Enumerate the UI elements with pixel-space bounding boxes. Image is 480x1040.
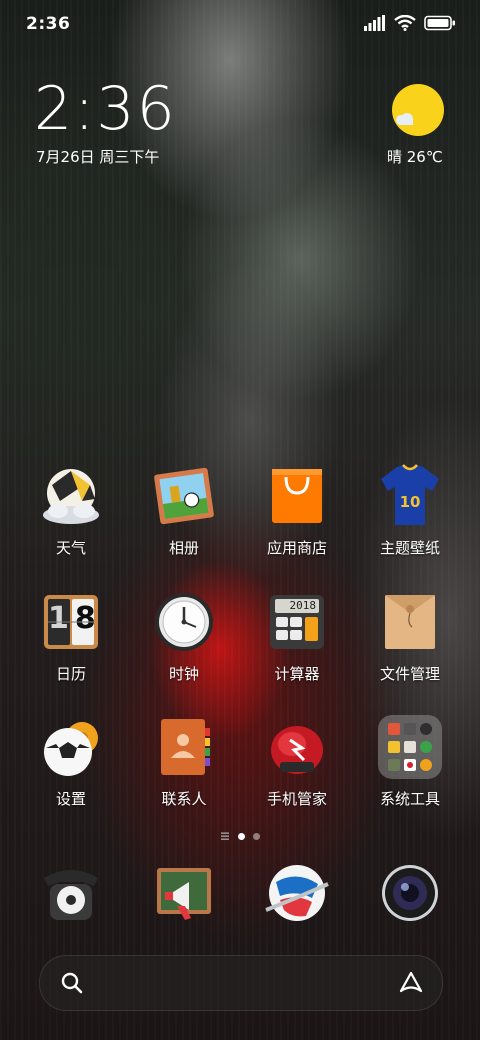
sun-cloud-icon[interactable] <box>392 84 444 136</box>
browser-icon[interactable] <box>264 860 330 926</box>
cloud-icon <box>396 113 413 125</box>
calculator-icon: 2018 <box>264 589 330 655</box>
app-themes[interactable]: 10 主题壁纸 <box>355 463 465 558</box>
page-dot[interactable] <box>253 832 260 840</box>
app-label: 时钟 <box>168 665 199 683</box>
app-system-tools-folder[interactable]: 系统工具 <box>355 714 465 809</box>
settings-icon <box>38 714 104 780</box>
page-list-icon <box>221 832 229 840</box>
security-icon <box>264 714 330 780</box>
status-icons <box>364 15 456 31</box>
search-icon[interactable] <box>60 971 84 995</box>
signal-icon <box>364 15 385 31</box>
svg-text:10: 10 <box>400 493 421 511</box>
clock-widget-time[interactable]: 2:36 <box>34 74 177 144</box>
weather-icon <box>38 463 104 529</box>
app-label: 主题壁纸 <box>379 539 440 557</box>
app-label: 联系人 <box>161 790 207 808</box>
page-dot-active[interactable] <box>238 832 245 840</box>
file-manager-icon <box>377 589 443 655</box>
app-label: 设置 <box>55 790 86 808</box>
page-indicator[interactable] <box>200 829 280 843</box>
app-label: 应用商店 <box>266 539 327 557</box>
app-label: 计算器 <box>274 665 320 683</box>
camera-icon[interactable] <box>377 860 443 926</box>
status-bar: 2:36 <box>0 0 480 50</box>
calendar-icon: 18 <box>38 589 104 655</box>
wifi-icon <box>394 15 416 31</box>
app-label: 相册 <box>168 539 199 557</box>
app-weather[interactable]: 天气 <box>16 463 126 558</box>
app-label: 天气 <box>55 539 86 557</box>
clock-widget-date: 7月26日 周三下午 <box>36 148 160 166</box>
contacts-icon <box>151 714 217 780</box>
phone-icon[interactable] <box>38 860 104 926</box>
system-tools-folder-icon <box>377 714 443 780</box>
calendar-day: 18 <box>48 601 102 636</box>
gallery-icon <box>151 463 217 529</box>
app-settings[interactable]: 设置 <box>16 714 126 809</box>
app-label: 文件管理 <box>379 665 440 683</box>
app-gallery[interactable]: 相册 <box>129 463 239 558</box>
app-app-store[interactable]: 应用商店 <box>242 463 352 558</box>
search-bar[interactable] <box>39 955 443 1011</box>
calculator-display: 2018 <box>289 599 317 612</box>
app-store-icon <box>264 463 330 529</box>
app-label: 系统工具 <box>379 790 440 808</box>
app-file-manager[interactable]: 文件管理 <box>355 589 465 684</box>
app-contacts[interactable]: 联系人 <box>129 714 239 809</box>
app-calendar[interactable]: 18 日历 <box>16 589 126 684</box>
app-security[interactable]: 手机管家 <box>242 714 352 809</box>
messages-icon[interactable] <box>151 860 217 926</box>
app-label: 日历 <box>55 665 86 683</box>
app-calculator[interactable]: 2018 计算器 <box>242 589 352 684</box>
assistant-icon[interactable] <box>398 970 424 996</box>
weather-text: 晴 26℃ <box>387 148 443 166</box>
clock-icon <box>151 589 217 655</box>
status-time: 2:36 <box>26 14 71 34</box>
themes-icon: 10 <box>377 463 443 529</box>
app-label: 手机管家 <box>266 790 327 808</box>
battery-icon <box>424 15 455 31</box>
app-clock[interactable]: 时钟 <box>129 589 239 684</box>
